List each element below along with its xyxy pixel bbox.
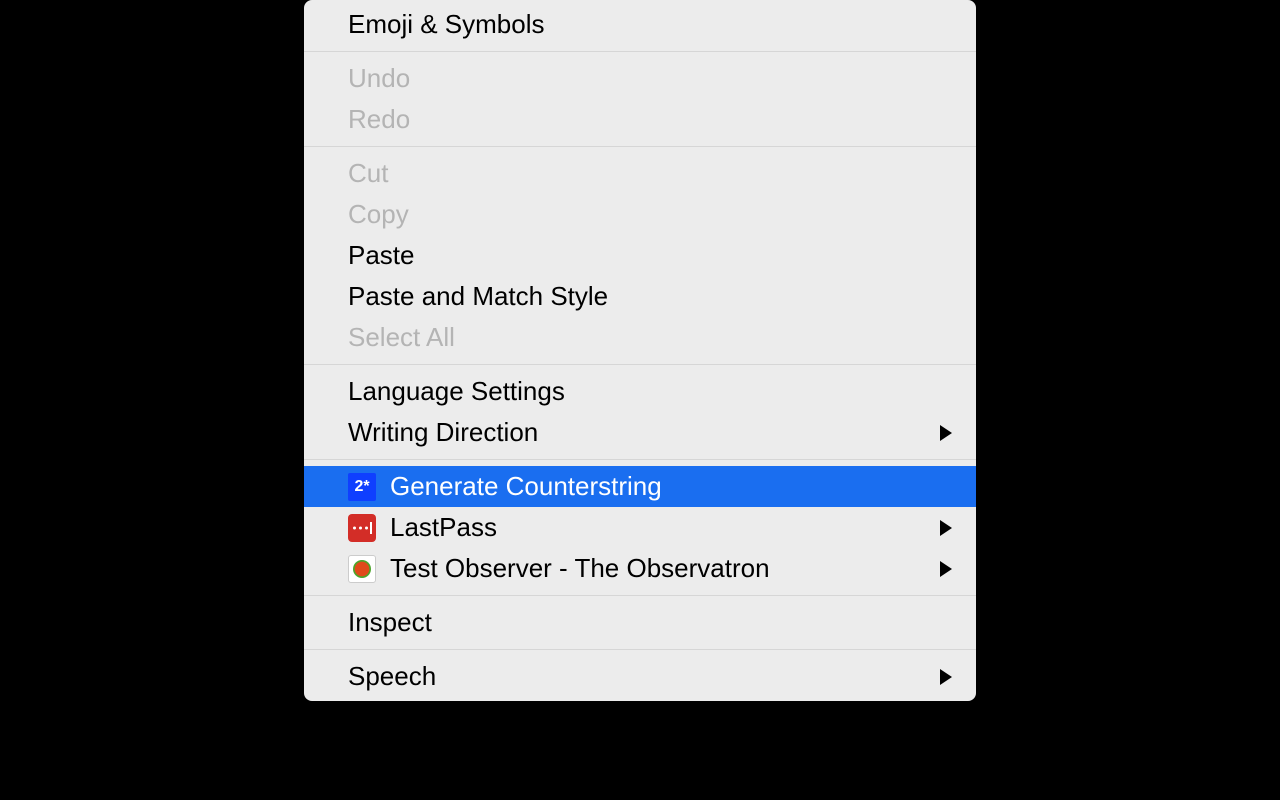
menu-item-lastpass[interactable]: LastPass — [304, 507, 976, 548]
menu-item-redo: Redo — [304, 99, 976, 140]
menu-item-writing-direction[interactable]: Writing Direction — [304, 412, 976, 453]
menu-item-inspect[interactable]: Inspect — [304, 602, 976, 643]
menu-item-undo: Undo — [304, 58, 976, 99]
menu-item-label: Generate Counterstring — [390, 471, 952, 502]
menu-item-label: Redo — [348, 104, 952, 135]
menu-item-label: Writing Direction — [348, 417, 930, 448]
menu-item-generate-counterstring[interactable]: 2* Generate Counterstring — [304, 466, 976, 507]
submenu-arrow-icon — [940, 425, 952, 441]
menu-item-paste-match-style[interactable]: Paste and Match Style — [304, 276, 976, 317]
menu-item-emoji-symbols[interactable]: Emoji & Symbols — [304, 4, 976, 45]
context-menu: Emoji & Symbols Undo Redo Cut Copy Paste Paste… — [304, 0, 976, 701]
menu-item-language-settings[interactable]: Language Settings — [304, 371, 976, 412]
menu-item-label: Emoji & Symbols — [348, 9, 952, 40]
menu-item-label: Speech — [348, 661, 930, 692]
menu-separator — [304, 364, 976, 365]
submenu-arrow-icon — [940, 669, 952, 685]
menu-item-label: Undo — [348, 63, 952, 94]
menu-separator — [304, 649, 976, 650]
menu-separator — [304, 595, 976, 596]
menu-item-label: Language Settings — [348, 376, 952, 407]
menu-item-paste[interactable]: Paste — [304, 235, 976, 276]
lastpass-icon — [348, 514, 376, 542]
menu-item-label: Copy — [348, 199, 952, 230]
menu-item-test-observer[interactable]: Test Observer - The Observatron — [304, 548, 976, 589]
menu-separator — [304, 459, 976, 460]
submenu-arrow-icon — [940, 561, 952, 577]
menu-item-label: Test Observer - The Observatron — [390, 553, 930, 584]
menu-separator — [304, 146, 976, 147]
menu-item-label: Inspect — [348, 607, 952, 638]
menu-item-label: Cut — [348, 158, 952, 189]
menu-separator — [304, 51, 976, 52]
observatron-icon — [348, 555, 376, 583]
menu-item-speech[interactable]: Speech — [304, 656, 976, 697]
menu-item-label: Select All — [348, 322, 952, 353]
menu-item-select-all: Select All — [304, 317, 976, 358]
submenu-arrow-icon — [940, 520, 952, 536]
menu-item-cut: Cut — [304, 153, 976, 194]
menu-item-label: Paste and Match Style — [348, 281, 952, 312]
menu-item-copy: Copy — [304, 194, 976, 235]
menu-item-label: Paste — [348, 240, 952, 271]
counterstring-icon: 2* — [348, 473, 376, 501]
menu-item-label: LastPass — [390, 512, 930, 543]
